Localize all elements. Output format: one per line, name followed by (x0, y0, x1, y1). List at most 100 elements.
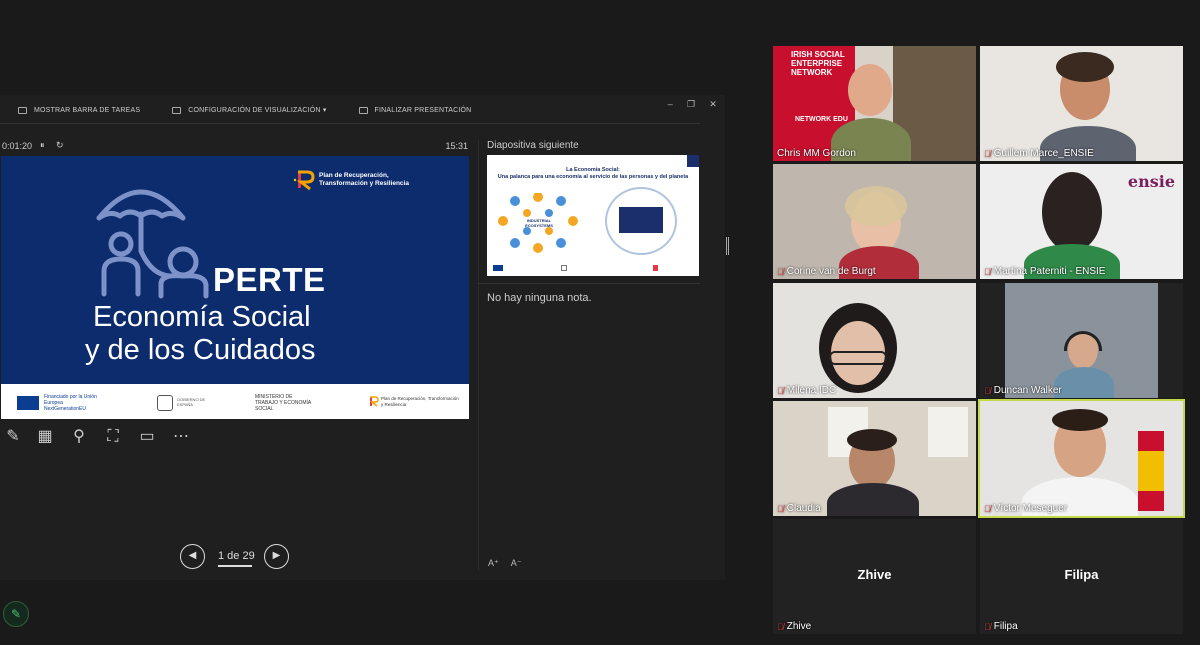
participant-tile[interactable]: 🎙̸ Milena IDC (773, 283, 976, 398)
participant-hair (1052, 409, 1108, 431)
more-options-icon[interactable]: ⋯ (170, 426, 192, 448)
industrial-ecosystems-label: INDUSTRIAL ECOSYSTEMS (525, 218, 553, 228)
next-slide-thumbnail[interactable]: La Economía Social: Una palanca para una… (487, 155, 699, 276)
irish-network-text: IRISH SOCIAL ENTERPRISE NETWORK (791, 50, 845, 77)
next-slide-title-line2: Una palanca para una economía al servici… (497, 174, 689, 180)
coat-of-arms-small-icon (561, 265, 567, 271)
glasses-icon (829, 351, 887, 365)
display-settings-button[interactable]: CONFIGURACIÓN DE VISUALIZACIÓN ▾ (172, 106, 326, 114)
slide-navigation: ◀ 1 de 29 ▶ (180, 544, 290, 570)
next-slide-label: Diapositiva siguiente (487, 140, 579, 151)
participant-name: Martina Paterniti - ENSIE (993, 266, 1106, 277)
participant-body (827, 483, 919, 516)
decrease-font-icon[interactable]: A⁻ (511, 558, 522, 569)
next-slide-button[interactable]: ▶ (264, 544, 289, 569)
presenter-view: MOSTRAR BARRA DE TAREAS CONFIGURACIÓN DE… (0, 95, 725, 580)
presenter-tools: ✎ ▦ ⚲ ⛶ ▭ ⋯ (0, 426, 200, 448)
participant-name: Claudia (786, 503, 821, 514)
muted-mic-icon: 🎙̸ (777, 266, 784, 277)
pane-divider (478, 140, 479, 570)
close-icon[interactable]: ✕ (709, 99, 717, 110)
window-background-2 (928, 407, 968, 457)
notes-font-controls: A⁺ A⁻ (488, 558, 522, 569)
eu-flag-icon (17, 396, 39, 410)
slide-subtitle-line1: Economía Social (93, 301, 311, 333)
participant-hair (1042, 172, 1102, 252)
slide-title: PERTE (213, 261, 326, 298)
next-slide-title: La Economía Social: Una palanca para una… (487, 167, 699, 181)
plan-logo-small-icon (653, 265, 658, 271)
participant-name-label: 🎙̸ Milena IDC (777, 385, 836, 396)
see-all-slides-icon[interactable]: ▦ (34, 426, 56, 448)
participant-name-label: Chris MM Gordon (777, 148, 856, 159)
coat-of-arms-icon (157, 395, 173, 411)
muted-mic-icon: 🎙̸ (984, 148, 991, 159)
participant-tile[interactable]: Filipa 🎙̸ Filipa (980, 519, 1183, 634)
plan-small-logo (369, 396, 379, 407)
participant-tile[interactable]: 🎙̸ Claudia (773, 401, 976, 516)
participant-tile[interactable]: 🎙̸ Corine van de Burgt (773, 164, 976, 279)
participant-tile-active-speaker[interactable]: 🎙̸ Víctor Meseguer (978, 399, 1185, 518)
current-slide[interactable]: Plan de Recuperación, Transformación y R… (1, 156, 469, 419)
participant-name: Duncan Walker (993, 385, 1062, 396)
muted-mic-icon: 🎙̸ (777, 621, 784, 632)
previous-slide-button[interactable]: ◀ (180, 544, 205, 569)
eu-funding-text: Financiado por la Unión Europea NextGene… (44, 394, 97, 412)
eu-flag-small-icon (493, 265, 503, 271)
participant-name: Víctor Meseguer (993, 503, 1068, 514)
minimize-icon[interactable]: – (668, 99, 673, 110)
panel-resize-handle[interactable] (726, 237, 729, 255)
participant-avatar-name: Filipa (1064, 567, 1099, 582)
next-slide-corner-mark (687, 155, 699, 167)
participant-tile[interactable]: 🎙̸ Duncan Walker (980, 283, 1183, 398)
participant-tile[interactable]: 🎙̸ Guillem Marce_ENSIE (980, 46, 1183, 161)
pen-tool-icon[interactable]: ✎ (2, 426, 24, 448)
participant-name: Zhive (786, 621, 812, 632)
presenter-toolbar: MOSTRAR BARRA DE TAREAS CONFIGURACIÓN DE… (0, 95, 725, 125)
gobierno-text: GOBIERNO DE ESPAÑA (177, 397, 206, 407)
slide-progress-bar (218, 565, 252, 567)
laser-pointer-icon[interactable]: ⛶ (102, 426, 124, 448)
end-slideshow-button[interactable]: FINALIZAR PRESENTACIÓN (358, 106, 472, 114)
annotate-pencil-button[interactable]: ✎ (3, 601, 29, 627)
perte-wheel-center (619, 207, 663, 233)
participant-name-label: 🎙̸ Zhive (777, 621, 811, 632)
pause-icon[interactable]: ⏸ (40, 140, 45, 151)
slide-blue-area: Plan de Recuperación, Transformación y R… (1, 156, 469, 384)
plan-recuperacion-logo (293, 170, 315, 190)
slide-timer: 0:01:20 ⏸ ↻ 15:31 (0, 140, 470, 154)
current-time: 15:31 (445, 141, 468, 151)
muted-mic-icon: 🎙̸ (984, 503, 991, 514)
show-taskbar-button[interactable]: MOSTRAR BARRA DE TAREAS (18, 106, 141, 114)
show-taskbar-label: MOSTRAR BARRA DE TAREAS (34, 106, 141, 114)
reset-timer-icon[interactable]: ↻ (56, 140, 64, 151)
participant-tile[interactable]: IRISH SOCIAL ENTERPRISE NETWORK NETWORK … (773, 46, 976, 161)
zoom-icon[interactable]: ⚲ (68, 426, 90, 448)
end-show-icon (358, 106, 368, 114)
speaker-notes[interactable]: No hay ninguna nota. (487, 292, 592, 304)
slide-counter[interactable]: 1 de 29 (218, 550, 255, 562)
participant-avatar-name: Zhive (857, 567, 892, 582)
window-controls: – ❐ ✕ (668, 99, 717, 110)
restore-icon[interactable]: ❐ (687, 99, 695, 110)
participant-hair (1056, 52, 1114, 82)
plan-small-text: Plan de Recuperación, Transformación y R… (381, 396, 459, 407)
participant-name-label: 🎙̸ Martina Paterniti - ENSIE (984, 266, 1105, 277)
participant-name: Chris MM Gordon (777, 148, 856, 159)
ministerio-text: MINISTERIO DE TRABAJO Y ECONOMÍA SOCIAL (255, 394, 311, 412)
participant-face (848, 64, 892, 116)
participant-tile[interactable]: ensie 🎙̸ Martina Paterniti - ENSIE (980, 164, 1183, 279)
participant-name-label: 🎙̸ Guillem Marce_ENSIE (984, 148, 1094, 159)
subtitles-icon[interactable]: ▭ (136, 426, 158, 448)
muted-mic-icon: 🎙̸ (777, 385, 784, 396)
toolbar-divider (0, 123, 700, 124)
participant-name-label: 🎙̸ Corine van de Burgt (777, 266, 876, 277)
zoom-meeting-window: MOSTRAR BARRA DE TAREAS CONFIGURACIÓN DE… (0, 0, 1200, 645)
display-settings-label: CONFIGURACIÓN DE VISUALIZACIÓN ▾ (188, 107, 327, 114)
increase-font-icon[interactable]: A⁺ (488, 558, 499, 569)
next-slide-logo-strip (491, 265, 691, 273)
muted-mic-icon: 🎙̸ (984, 621, 991, 632)
taskbar-icon (18, 106, 27, 114)
participant-name: Corine van de Burgt (786, 266, 876, 277)
participant-tile[interactable]: Zhive 🎙̸ Zhive (773, 519, 976, 634)
